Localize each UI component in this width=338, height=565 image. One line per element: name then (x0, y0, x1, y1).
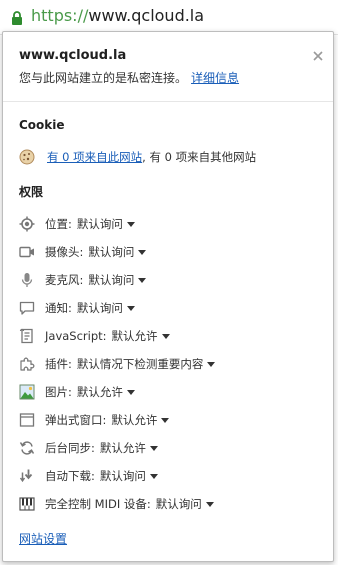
javascript-icon (19, 328, 35, 344)
permission-value: 默认允许 (76, 385, 123, 399)
permission-select-plugins[interactable]: 默认情况下检测重要内容 (77, 356, 216, 372)
microphone-icon (19, 272, 35, 288)
permission-value: 默认询问 (76, 217, 123, 231)
permission-select-camera[interactable]: 默认询问 (88, 244, 147, 260)
permission-select-images[interactable]: 默认允许 (77, 384, 135, 400)
details-link[interactable]: 详细信息 (191, 71, 239, 85)
chevron-down-icon (138, 277, 147, 283)
permission-separator: : (68, 301, 72, 315)
permission-label: 插件 (45, 357, 68, 371)
permission-row-location: 位置: 默认询问 (19, 210, 319, 238)
chevron-down-icon (205, 501, 214, 507)
url-scheme: https:// (31, 6, 89, 25)
notification-icon (19, 300, 35, 316)
permission-separator: : (79, 245, 84, 259)
permission-separator: : (91, 469, 95, 483)
sync-icon (19, 440, 35, 456)
permission-value: 默认询问 (99, 469, 146, 483)
permission-label: 位置 (45, 217, 68, 231)
chevron-down-icon (161, 417, 170, 423)
connection-description: 您与此网站建立的是私密连接。 详细信息 (19, 69, 239, 86)
permission-select-auto-download[interactable]: 默认询问 (100, 468, 158, 484)
image-icon (19, 384, 35, 400)
permission-label: 通知 (45, 301, 68, 315)
permission-value: 默认允许 (99, 441, 146, 455)
cookie-icon (19, 149, 35, 165)
permission-value: 默认允许 (111, 329, 158, 343)
close-icon[interactable] (311, 48, 325, 62)
permission-label: 摄像头 (45, 245, 80, 259)
permission-label: 后台同步 (45, 441, 91, 455)
camera-icon (19, 244, 35, 260)
site-settings-link[interactable]: 网站设置 (19, 530, 67, 547)
permission-label: 弹出式窗口 (45, 413, 103, 427)
permission-label: 图片 (45, 385, 68, 399)
lock-icon[interactable] (11, 10, 23, 25)
permission-value: 默认询问 (76, 301, 123, 315)
cookie-row: 有 0 项来自此网站 , 有 0 项来自其他网站 (19, 147, 256, 167)
omnibox[interactable]: https://www.qcloud.la (0, 0, 338, 35)
chevron-down-icon (207, 361, 216, 367)
cookie-section-title: Cookie (19, 118, 65, 132)
permission-value: 默认询问 (155, 497, 202, 511)
permission-row-popups: 弹出式窗口: 默认允许 (19, 406, 319, 434)
permission-separator: : (91, 441, 95, 455)
permission-value: 默认允许 (111, 413, 158, 427)
site-title: www.qcloud.la (19, 48, 127, 63)
chevron-down-icon (126, 389, 135, 395)
cookie-other-text: , 有 0 项来自其他网站 (142, 150, 257, 164)
chevron-down-icon (149, 473, 158, 479)
chevron-down-icon (149, 445, 158, 451)
cookie-count-link[interactable]: 有 0 项来自此网站 (47, 149, 142, 165)
permission-label: 自动下载 (45, 469, 91, 483)
permission-value: 默认询问 (88, 245, 135, 259)
permission-label: 麦克风 (45, 273, 80, 287)
permissions-section-title: 权限 (19, 185, 44, 199)
permission-row-images: 图片: 默认允许 (19, 378, 319, 406)
permission-value: 默认询问 (88, 273, 135, 287)
url-host: www.qcloud.la (88, 6, 205, 25)
permission-row-microphone: 麦克风: 默认询问 (19, 266, 319, 294)
permission-row-camera: 摄像头: 默认询问 (19, 238, 319, 266)
permission-row-midi: 完全控制 MIDI 设备: 默认询问 (19, 490, 319, 518)
permission-row-background-sync: 后台同步: 默认允许 (19, 434, 319, 462)
permission-row-plugins: 插件: 默认情况下检测重要内容 (19, 350, 319, 378)
popup-header: www.qcloud.la 您与此网站建立的是私密连接。 详细信息 (3, 32, 333, 102)
permission-label: 完全控制 MIDI 设备 (45, 497, 147, 511)
url-text[interactable]: https://www.qcloud.la (31, 6, 204, 26)
permission-separator: : (102, 329, 107, 343)
download-icon (19, 468, 35, 484)
permission-separator: : (68, 385, 72, 399)
popup-icon (19, 412, 35, 428)
chevron-down-icon (126, 221, 135, 227)
permission-separator: : (79, 273, 84, 287)
site-info-popup: www.qcloud.la 您与此网站建立的是私密连接。 详细信息 Cookie … (2, 31, 334, 562)
chevron-down-icon (161, 333, 170, 339)
chevron-down-icon (126, 305, 135, 311)
permission-label: JavaScript (45, 329, 103, 343)
chevron-down-icon (138, 249, 147, 255)
permission-separator: : (68, 357, 72, 371)
midi-icon (19, 496, 35, 512)
permission-separator: : (102, 413, 107, 427)
permissions-list: 位置: 默认询问 摄像头: 默认询问 麦克风: 默认询问 通知: 默认询问 J… (19, 210, 319, 518)
permission-row-notifications: 通知: 默认询问 (19, 294, 319, 322)
permission-select-javascript[interactable]: 默认允许 (112, 328, 170, 344)
permission-select-popups[interactable]: 默认允许 (111, 412, 170, 428)
permission-select-background-sync[interactable]: 默认允许 (100, 440, 158, 456)
location-icon (19, 216, 35, 232)
permission-select-notifications[interactable]: 默认询问 (77, 300, 135, 316)
connection-text: 您与此网站建立的是私密连接。 (19, 71, 188, 85)
permission-row-auto-download: 自动下载: 默认询问 (19, 462, 319, 490)
permission-value: 默认情况下检测重要内容 (76, 357, 204, 371)
permission-select-location[interactable]: 默认询问 (77, 216, 135, 232)
permission-separator: : (68, 217, 72, 231)
permission-separator: : (146, 497, 151, 511)
permission-row-javascript: JavaScript: 默认允许 (19, 322, 319, 350)
permission-select-microphone[interactable]: 默认询问 (88, 272, 147, 288)
permission-select-midi[interactable]: 默认询问 (156, 496, 214, 512)
plugin-icon (19, 356, 35, 372)
